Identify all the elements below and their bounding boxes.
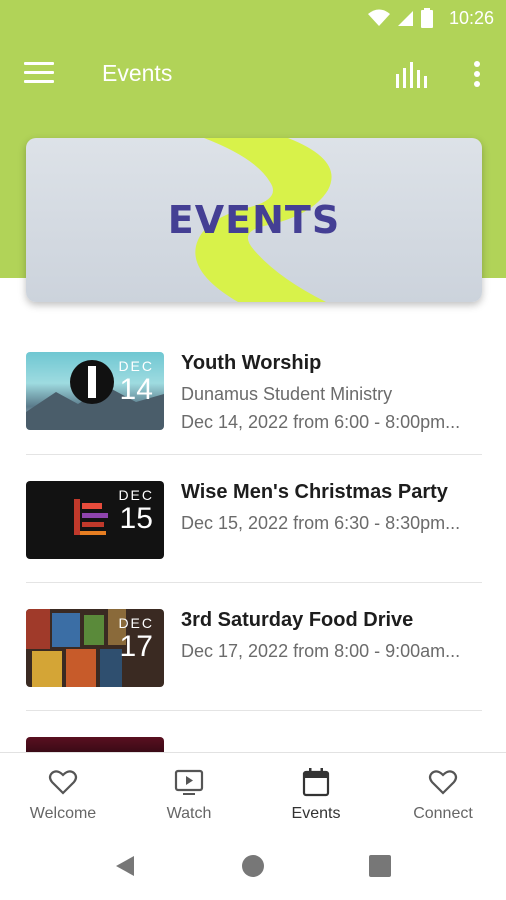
- tv-play-icon: [174, 769, 204, 795]
- bottom-nav: Welcome Watch Events Connect: [0, 752, 506, 833]
- app-bar: Events: [0, 44, 506, 106]
- date-badge: DEC 15: [118, 487, 154, 535]
- nav-label: Watch: [166, 805, 212, 822]
- page-title: Events: [102, 60, 173, 86]
- divider: [26, 710, 482, 711]
- status-time: 10:26: [448, 8, 494, 28]
- nav-label: Events: [291, 805, 341, 822]
- calendar-icon: [302, 768, 330, 797]
- date-month: DEC: [118, 358, 154, 374]
- signal-icon: [398, 11, 413, 26]
- event-thumbnail: DEC 15: [26, 481, 164, 559]
- date-month: DEC: [118, 615, 154, 631]
- date-day: 17: [119, 630, 153, 663]
- date-day: 15: [119, 502, 153, 535]
- nav-label: Connect: [413, 805, 473, 822]
- date-month: DEC: [118, 487, 154, 503]
- event-subtitle: Dunamus Student Ministry: [181, 384, 393, 404]
- divider: [26, 582, 482, 583]
- status-icons: [368, 8, 434, 28]
- system-nav-bar: [0, 832, 506, 900]
- status-bar: 10:26: [0, 0, 506, 36]
- nav-connect[interactable]: Connect: [380, 753, 506, 833]
- event-thumbnail: DEC 17: [26, 609, 164, 687]
- back-icon[interactable]: [114, 854, 136, 878]
- date-badge: DEC 17: [118, 615, 154, 663]
- event-details: Dec 14, 2022 from 6:00 - 8:00pm...: [181, 412, 461, 432]
- event-row-food-drive[interactable]: DEC 17 3rd Saturday Food Drive Dec 17, 2…: [26, 597, 482, 725]
- wifi-icon: [368, 9, 390, 26]
- battery-icon: [421, 8, 433, 28]
- nav-events[interactable]: Events: [253, 753, 379, 833]
- nav-label: Welcome: [29, 805, 97, 822]
- banner-title: EVENTS: [167, 198, 341, 242]
- event-details: Dec 15, 2022 from 6:30 - 8:30pm...: [181, 513, 461, 533]
- date-day: 14: [119, 373, 153, 406]
- events-banner[interactable]: EVENTS: [26, 138, 482, 302]
- event-row-wise-mens-party[interactable]: DEC 15 Wise Men's Christmas Party Dec 15…: [26, 469, 482, 597]
- recents-icon[interactable]: [369, 855, 391, 877]
- event-row-youth-worship[interactable]: DEC 14 Youth Worship Dunamus Student Min…: [26, 340, 482, 468]
- event-title: 3rd Saturday Food Drive: [181, 609, 414, 631]
- heart-icon: [48, 770, 78, 795]
- divider: [26, 454, 482, 455]
- date-badge: DEC 14: [118, 358, 154, 406]
- hamburger-menu-icon[interactable]: [24, 62, 54, 88]
- heart-icon: [428, 770, 458, 795]
- event-title: Youth Worship: [181, 352, 322, 374]
- home-icon[interactable]: [241, 854, 265, 878]
- nav-welcome[interactable]: Welcome: [0, 753, 126, 833]
- event-title: Wise Men's Christmas Party: [181, 481, 448, 503]
- event-row-partial[interactable]: [26, 737, 164, 752]
- bars-icon[interactable]: [394, 60, 428, 88]
- event-thumbnail: DEC 14: [26, 352, 164, 430]
- more-vertical-icon[interactable]: [472, 60, 482, 88]
- nav-watch[interactable]: Watch: [126, 753, 252, 833]
- event-details: Dec 17, 2022 from 8:00 - 9:00am...: [181, 641, 461, 661]
